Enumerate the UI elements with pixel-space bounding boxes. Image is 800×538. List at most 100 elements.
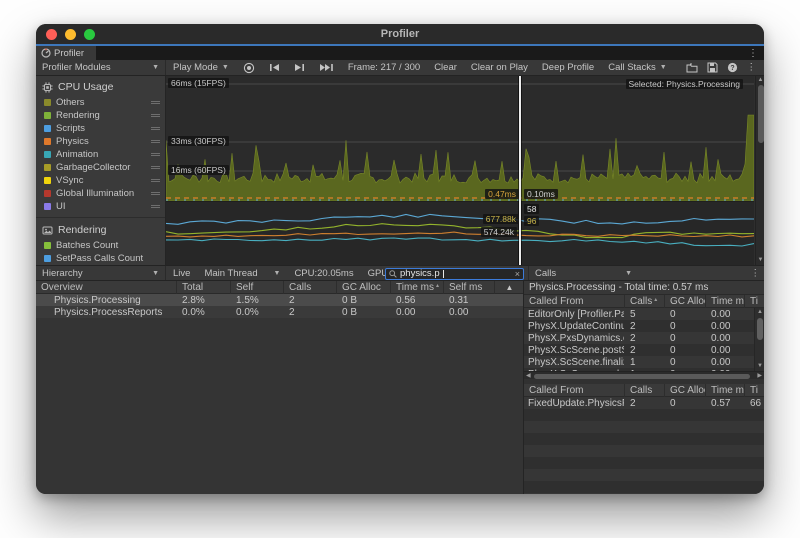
call-stacks-dropdown[interactable]: Call Stacks ▼ — [601, 60, 673, 75]
module-header-rendering[interactable]: Rendering — [36, 221, 165, 239]
module-item-batches-count[interactable]: Batches Count — [36, 239, 165, 252]
called-from-row[interactable]: FixedUpdate.PhysicsFixec200.5766 — [524, 397, 764, 409]
selected-sample-label: Selected: Physics.Processing — [626, 79, 744, 89]
column-time-ms[interactable]: Time ms▴ — [705, 384, 744, 397]
module-item-setpass-calls-count[interactable]: SetPass Calls Count — [36, 252, 165, 265]
column-self[interactable]: Self — [230, 281, 283, 294]
column-warnings[interactable]: ▲ — [494, 281, 524, 294]
scroll-left-icon[interactable]: ◀ — [526, 372, 531, 380]
drag-handle-icon[interactable] — [151, 112, 160, 119]
module-item-rendering[interactable]: Rendering — [36, 109, 165, 122]
module-item-ui[interactable]: UI — [36, 200, 165, 213]
cpu-usage-chart[interactable] — [166, 76, 754, 201]
current-frame-button[interactable] — [312, 60, 341, 75]
next-frame-button[interactable] — [287, 60, 312, 75]
deep-profile-toggle[interactable]: Deep Profile — [535, 60, 601, 75]
record-button[interactable] — [236, 60, 262, 75]
close-window-button[interactable] — [46, 29, 57, 40]
column-calls[interactable]: Calls — [283, 281, 336, 294]
selected-frame-line[interactable] — [519, 76, 521, 265]
scroll-up-icon[interactable]: ▲ — [755, 309, 764, 316]
overview-row[interactable]: Physics.Processing2.8%1.5%20 B0.560.31 — [36, 294, 523, 306]
column-gc-alloc[interactable]: GC Alloc — [336, 281, 390, 294]
column-total[interactable]: Total — [176, 281, 230, 294]
load-profile-button[interactable] — [686, 63, 698, 73]
live-toggle[interactable]: Live — [166, 266, 197, 280]
module-item-animation[interactable]: Animation — [36, 148, 165, 161]
called-from-row[interactable]: PhysX.UpdateContinuatio200.00 — [524, 320, 764, 332]
column-time-ms[interactable]: Time ms▴ — [390, 281, 443, 294]
module-item-scripts[interactable]: Scripts — [36, 122, 165, 135]
previous-frame-button[interactable] — [262, 60, 287, 75]
column-time-pct[interactable]: Ti — [744, 384, 764, 397]
module-item-garbagecollector[interactable]: GarbageCollector — [36, 161, 165, 174]
tab-profiler[interactable]: Profiler — [36, 46, 96, 60]
module-item-vsync[interactable]: VSync — [36, 174, 165, 187]
drag-handle-icon[interactable] — [151, 125, 160, 132]
scroll-down-icon[interactable]: ▼ — [756, 257, 764, 264]
module-item-physics[interactable]: Physics — [36, 135, 165, 148]
calls-vertical-scrollbar[interactable]: ▲ ▼ — [754, 308, 764, 371]
help-icon: ? — [727, 62, 738, 73]
drag-handle-icon[interactable] — [151, 138, 160, 145]
scroll-up-icon[interactable]: ▲ — [756, 77, 764, 84]
column-gc-alloc[interactable]: GC Alloc — [664, 295, 705, 308]
overview-table-header[interactable]: Overview Total Self Calls GC Alloc Time … — [36, 281, 523, 294]
save-profile-button[interactable] — [707, 62, 718, 73]
current-frame-icon — [319, 63, 334, 72]
drag-handle-icon[interactable] — [151, 177, 160, 184]
column-overview[interactable]: Overview — [36, 281, 176, 294]
drag-handle-icon[interactable] — [151, 164, 160, 171]
scroll-right-icon[interactable]: ▶ — [757, 372, 762, 380]
called-from-row[interactable]: PhysX.ScScene.postSolve200.00 — [524, 344, 764, 356]
cell-calls: 2 — [283, 306, 336, 318]
title-bar[interactable]: Profiler — [36, 24, 764, 44]
clear-on-play-toggle[interactable]: Clear on Play — [464, 60, 535, 75]
module-header-cpu-usage[interactable]: CPU Usage — [36, 78, 165, 96]
search-input[interactable]: physics.p × — [385, 268, 524, 280]
render-marker-2: 96 — [524, 216, 539, 226]
chart-stack[interactable]: 66ms (15FPS) 33ms (30FPS) 16ms (60FPS) S… — [166, 76, 755, 265]
column-time-pct[interactable]: Ti — [744, 295, 764, 308]
rendering-chart[interactable] — [166, 201, 754, 265]
toolbar-menu-icon[interactable]: ⋮ — [747, 62, 757, 73]
scrollbar-thumb[interactable] — [757, 318, 763, 340]
tab-bar-menu-icon[interactable]: ⋮ — [748, 46, 758, 60]
called-from-header-bottom[interactable]: Called From Calls GC Alloc Time ms▴ Ti — [524, 384, 764, 397]
clear-search-icon[interactable]: × — [515, 269, 520, 279]
details-view-dropdown[interactable]: Hierarchy ▼ — [36, 266, 166, 280]
scrollbar-thumb[interactable] — [758, 85, 764, 143]
profiler-modules-dropdown[interactable]: Profiler Modules ▼ — [36, 60, 166, 75]
clear-button[interactable]: Clear — [427, 60, 464, 75]
column-time-ms[interactable]: Time ms — [705, 295, 744, 308]
clear-on-play-label: Clear on Play — [471, 62, 528, 73]
play-mode-dropdown[interactable]: Play Mode ▼ — [166, 60, 236, 75]
help-button[interactable]: ? — [727, 62, 738, 73]
drag-handle-icon[interactable] — [151, 190, 160, 197]
called-from-row[interactable]: EditorOnly [Profiler.ParseT500.00 — [524, 308, 764, 320]
scroll-down-icon[interactable]: ▼ — [755, 363, 764, 370]
chart-vertical-scrollbar[interactable]: ▲ ▼ — [755, 76, 764, 265]
called-from-row[interactable]: PhysX.ScScene.finalizatic100.00 — [524, 356, 764, 368]
module-item-global-illumination[interactable]: Global Illumination — [36, 187, 165, 200]
drag-handle-icon[interactable] — [151, 99, 160, 106]
column-calls[interactable]: Calls▴ — [624, 295, 664, 308]
column-self-ms[interactable]: Self ms — [443, 281, 494, 294]
scrollbar-thumb[interactable] — [534, 374, 750, 379]
thread-dropdown[interactable]: Main Thread ▼ — [197, 266, 287, 280]
overview-row[interactable]: Physics.ProcessReports0.0%0.0%20 B0.000.… — [36, 306, 523, 318]
column-gc-alloc[interactable]: GC Alloc — [664, 384, 705, 397]
column-calls[interactable]: Calls — [624, 384, 664, 397]
details-menu-icon[interactable]: ⋮ — [751, 268, 761, 279]
zoom-window-button[interactable] — [84, 29, 95, 40]
details-pane-dropdown[interactable]: Calls ▼ — [528, 266, 638, 280]
called-from-header-top[interactable]: Called From Calls▴ GC Alloc Time ms Ti — [524, 295, 764, 308]
column-called-from[interactable]: Called From — [524, 384, 624, 397]
minimize-window-button[interactable] — [65, 29, 76, 40]
calls-horizontal-scrollbar-top[interactable]: ◀ ▶ — [524, 371, 764, 379]
called-from-row[interactable]: PhysX.PxsDynamics.creat200.00 — [524, 332, 764, 344]
drag-handle-icon[interactable] — [151, 203, 160, 210]
drag-handle-icon[interactable] — [151, 151, 160, 158]
module-item-others[interactable]: Others — [36, 96, 165, 109]
column-called-from[interactable]: Called From — [524, 295, 624, 308]
